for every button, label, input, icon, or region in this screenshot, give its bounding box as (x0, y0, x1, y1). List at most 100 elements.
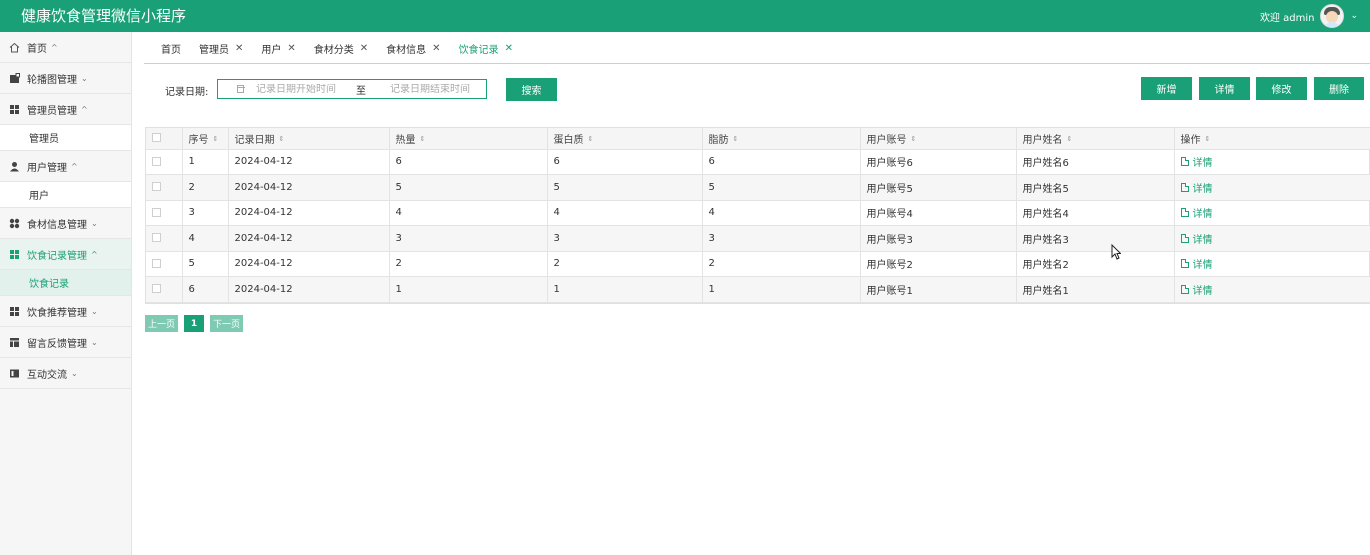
sidebar-item-interaction[interactable]: 互动交流 ⌄ (0, 358, 131, 389)
sidebar-subitem-user[interactable]: 用户 (0, 182, 131, 208)
sidebar-item-diet-recommend-manage[interactable]: 饮食推荐管理 ⌄ (0, 296, 131, 327)
close-icon[interactable]: ✕ (235, 43, 243, 54)
tab-user[interactable]: 用户 ✕ (254, 33, 302, 64)
user-area[interactable]: 欢迎 admin ⌄ (1260, 0, 1358, 32)
sort-icon[interactable]: ⇕ (420, 136, 426, 143)
add-button[interactable]: 新增 (1141, 77, 1192, 100)
table-row[interactable]: 6 2024-04-12 1 1 1 用户账号1 用户姓名1 详情 (146, 276, 1370, 303)
column-header-operation[interactable]: 操作 ⇕ (1174, 128, 1370, 150)
row-detail-link[interactable]: 详情 (1180, 154, 1213, 169)
row-checkbox[interactable] (152, 258, 161, 268)
close-icon[interactable]: ✕ (360, 43, 368, 54)
column-header-calories[interactable]: 热量 ⇕ (389, 128, 548, 150)
column-header-date[interactable]: 记录日期 ⇕ (228, 128, 390, 150)
row-calories: 4 (389, 200, 548, 226)
sidebar-item-carousel[interactable]: 轮播图管理 ⌄ (0, 63, 131, 94)
row-fat: 6 (702, 149, 861, 175)
table-row[interactable]: 3 2024-04-12 4 4 4 用户账号4 用户姓名4 详情 (146, 200, 1370, 226)
apps-icon (8, 217, 20, 229)
row-detail-link[interactable]: 详情 (1180, 231, 1213, 246)
tab-label: 管理员 (199, 44, 229, 56)
column-header-account[interactable]: 用户账号 ⇕ (860, 128, 1017, 150)
document-icon (1180, 233, 1189, 243)
avatar[interactable] (1320, 4, 1345, 28)
edit-button[interactable]: 修改 (1256, 77, 1307, 100)
row-detail-link[interactable]: 详情 (1180, 205, 1213, 220)
column-header-protein[interactable]: 蛋白质 ⇕ (547, 128, 703, 150)
chevron-up-icon: ^ (81, 104, 88, 114)
search-button[interactable]: 搜索 (506, 78, 557, 101)
sidebar-item-diet-record-manage[interactable]: 饮食记录管理 ^ (0, 239, 131, 270)
row-no: 6 (182, 276, 229, 303)
row-checkbox[interactable] (152, 182, 161, 192)
row-detail-link[interactable]: 详情 (1180, 256, 1213, 271)
sort-icon[interactable]: ⇕ (588, 136, 594, 143)
row-detail-link[interactable]: 详情 (1180, 180, 1213, 195)
sidebar-item-home[interactable]: 首页 ^ (0, 32, 131, 63)
row-select-cell[interactable] (146, 200, 183, 226)
row-select-cell[interactable] (146, 174, 183, 201)
row-checkbox[interactable] (152, 156, 161, 166)
tab-diet-record[interactable]: 饮食记录 ✕ (452, 33, 520, 64)
row-checkbox[interactable] (152, 207, 161, 217)
column-header-no[interactable]: 序号 ⇕ (182, 128, 229, 150)
chevron-up-icon: ^ (91, 249, 98, 259)
row-select-cell[interactable] (146, 225, 183, 252)
close-icon[interactable]: ✕ (432, 43, 440, 54)
delete-button[interactable]: 删除 (1314, 77, 1364, 100)
end-date-input[interactable] (390, 83, 486, 95)
user-icon (8, 160, 20, 172)
sort-icon[interactable]: ⇕ (1067, 136, 1073, 143)
chevron-down-icon[interactable]: ⌄ (1350, 11, 1358, 21)
row-select-cell[interactable] (146, 149, 183, 175)
date-range-picker[interactable]: 至 (217, 79, 487, 99)
row-date: 2024-04-12 (228, 149, 390, 175)
tab-ingredient-category[interactable]: 食材分类 ✕ (307, 33, 375, 64)
prev-page-button[interactable]: 上一页 (145, 315, 179, 332)
row-select-cell[interactable] (146, 251, 183, 277)
close-icon[interactable]: ✕ (505, 43, 513, 54)
row-detail-link[interactable]: 详情 (1180, 282, 1213, 297)
sort-icon[interactable]: ⇕ (911, 136, 917, 143)
table-row[interactable]: 2 2024-04-12 5 5 5 用户账号5 用户姓名5 详情 (146, 174, 1370, 201)
sidebar-item-label: 用户管理 (27, 162, 67, 174)
sidebar-item-user-manage[interactable]: 用户管理 ^ (0, 151, 131, 182)
detail-button[interactable]: 详情 (1199, 77, 1250, 100)
grid-icon (8, 103, 20, 115)
sort-icon[interactable]: ⇕ (1205, 136, 1211, 143)
start-date-input[interactable] (256, 83, 352, 95)
document-icon (1180, 157, 1189, 167)
table-row[interactable]: 1 2024-04-12 6 6 6 用户账号6 用户姓名6 详情 (146, 149, 1370, 175)
image-icon (8, 72, 20, 84)
close-icon[interactable]: ✕ (287, 43, 295, 54)
select-all-checkbox[interactable] (152, 133, 161, 143)
column-header-name[interactable]: 用户姓名 ⇕ (1016, 128, 1175, 150)
table-row[interactable]: 5 2024-04-12 2 2 2 用户账号2 用户姓名2 详情 (146, 251, 1370, 277)
row-calories: 3 (389, 225, 548, 252)
row-account: 用户账号3 (860, 225, 1017, 252)
sidebar-subitem-admin[interactable]: 管理员 (0, 125, 131, 151)
sidebar-item-feedback-manage[interactable]: 留言反馈管理 ⌄ (0, 327, 131, 358)
page-number-current[interactable]: 1 (184, 315, 205, 332)
tab-ingredient-info[interactable]: 食材信息 ✕ (379, 33, 447, 64)
row-checkbox[interactable] (152, 284, 161, 294)
next-page-button[interactable]: 下一页 (210, 315, 244, 332)
sidebar-item-label: 食材信息管理 (27, 219, 87, 231)
table-row[interactable]: 4 2024-04-12 3 3 3 用户账号3 用户姓名3 详情 (146, 225, 1370, 252)
row-select-cell[interactable] (146, 276, 183, 303)
sort-icon[interactable]: ⇕ (213, 136, 219, 143)
sidebar-item-label: 互动交流 (27, 369, 67, 381)
table-header-row: 序号 ⇕ 记录日期 ⇕ 热量 ⇕ 蛋白质 ⇕ 脂肪 ⇕ 用户账号 ⇕ 用户姓名 ⇕ 操作 ⇕ (146, 128, 1370, 150)
sort-icon[interactable]: ⇕ (733, 136, 739, 143)
sidebar-item-ingredient-manage[interactable]: 食材信息管理 ⌄ (0, 208, 131, 239)
book-icon (8, 367, 20, 379)
sort-icon[interactable]: ⇕ (279, 136, 285, 143)
tab-admin[interactable]: 管理员 ✕ (192, 33, 250, 64)
sidebar-item-admin-manage[interactable]: 管理员管理 ^ (0, 94, 131, 125)
select-all-cell[interactable] (146, 128, 183, 150)
tab-home[interactable]: 首页 (153, 33, 188, 64)
column-header-fat[interactable]: 脂肪 ⇕ (702, 128, 861, 150)
calendar-icon (237, 85, 245, 93)
sidebar-subitem-diet-record[interactable]: 饮食记录 (0, 270, 131, 296)
row-checkbox[interactable] (152, 233, 161, 243)
